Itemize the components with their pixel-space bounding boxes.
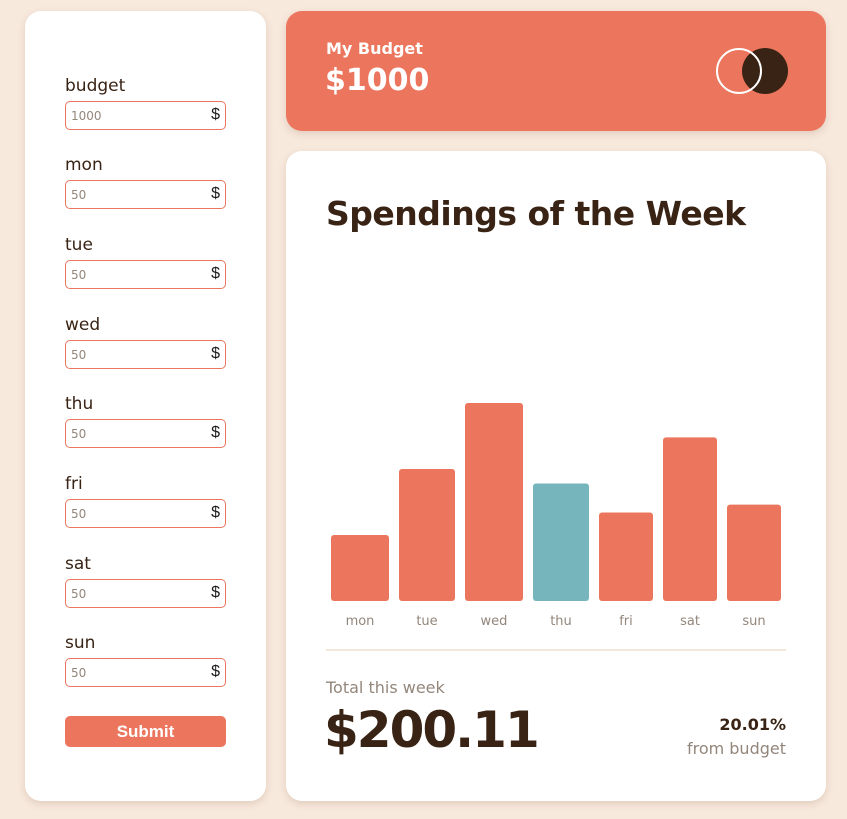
spending-card: Spendings of the Week mon tue wed thu fri sat…	[286, 151, 826, 801]
field-label-thu: thu	[65, 394, 94, 414]
balance-amount: $1000	[325, 63, 430, 98]
budget-percent: 20.01%	[719, 715, 786, 734]
field-label-sat: sat	[65, 554, 91, 574]
bar-sun[interactable]	[727, 504, 781, 601]
tick-label-thu: thu	[550, 614, 572, 629]
field-box-sat: $	[65, 579, 226, 608]
field-box-fri: $	[65, 499, 226, 528]
dollar-sign: $	[211, 504, 220, 521]
field-box-tue: $	[65, 260, 226, 289]
field-box-wed: $	[65, 340, 226, 369]
field-label-sun: sun	[65, 633, 96, 653]
bar-mon[interactable]	[331, 535, 389, 601]
tick-label-tue: tue	[416, 614, 437, 629]
field-group-sun: sun $	[65, 632, 226, 687]
balance-label: My Budget	[326, 39, 423, 58]
tick-label-sat: sat	[680, 614, 700, 629]
total-label: Total this week	[326, 678, 445, 697]
wed-input[interactable]	[66, 341, 206, 368]
spending-bar-chart: mon tue wed thu fri sat sun	[331, 403, 781, 629]
sat-input[interactable]	[66, 580, 206, 607]
dollar-sign: $	[211, 584, 220, 601]
field-group-thu: thu $	[65, 393, 226, 448]
field-group-tue: tue $	[65, 234, 226, 289]
sun-input[interactable]	[66, 659, 206, 686]
budget-input[interactable]	[66, 102, 206, 129]
bar-fri[interactable]	[599, 512, 653, 601]
bar-thu[interactable]	[533, 483, 589, 601]
field-group-sat: sat $	[65, 553, 226, 608]
dollar-sign: $	[211, 345, 220, 362]
bar-wed[interactable]	[465, 403, 523, 601]
dollar-sign: $	[211, 106, 220, 123]
tick-label-mon: mon	[346, 614, 375, 629]
field-label-tue: tue	[65, 235, 93, 255]
tick-label-fri: fri	[619, 614, 633, 629]
budget-form: budget $ mon $ tue $ wed $ thu $ fri $ sat $ sun $ Submi…	[25, 11, 266, 801]
field-label-mon: mon	[65, 155, 103, 175]
field-box-mon: $	[65, 180, 226, 209]
spending-title: Spendings of the Week	[326, 194, 746, 233]
bar-sat[interactable]	[663, 437, 717, 601]
balance-card: My Budget $1000	[286, 11, 826, 131]
two-circles-logo-icon	[716, 48, 788, 94]
fri-input[interactable]	[66, 500, 206, 527]
field-label-budget: budget	[65, 76, 126, 96]
dollar-sign: $	[211, 424, 220, 441]
mon-input[interactable]	[66, 181, 206, 208]
bar-tue[interactable]	[399, 468, 455, 601]
dollar-sign: $	[211, 185, 220, 202]
field-group-mon: mon $	[65, 154, 226, 209]
field-label-fri: fri	[65, 474, 83, 494]
tick-label-sun: sun	[742, 614, 765, 629]
field-group-fri: fri $	[65, 473, 226, 528]
total-amount: $200.11	[324, 701, 540, 759]
field-label-wed: wed	[65, 315, 101, 335]
field-box-sun: $	[65, 658, 226, 687]
tick-label-wed: wed	[481, 614, 508, 629]
divider	[326, 649, 786, 651]
field-box-thu: $	[65, 419, 226, 448]
submit-button[interactable]: Submit	[65, 716, 226, 747]
field-group-wed: wed $	[65, 314, 226, 369]
budget-percent-label: from budget	[686, 739, 786, 758]
field-box-budget: $	[65, 101, 226, 130]
field-group-budget: budget $	[65, 75, 226, 130]
tue-input[interactable]	[66, 261, 206, 288]
dollar-sign: $	[211, 663, 220, 680]
thu-input[interactable]	[66, 420, 206, 447]
dollar-sign: $	[211, 265, 220, 282]
